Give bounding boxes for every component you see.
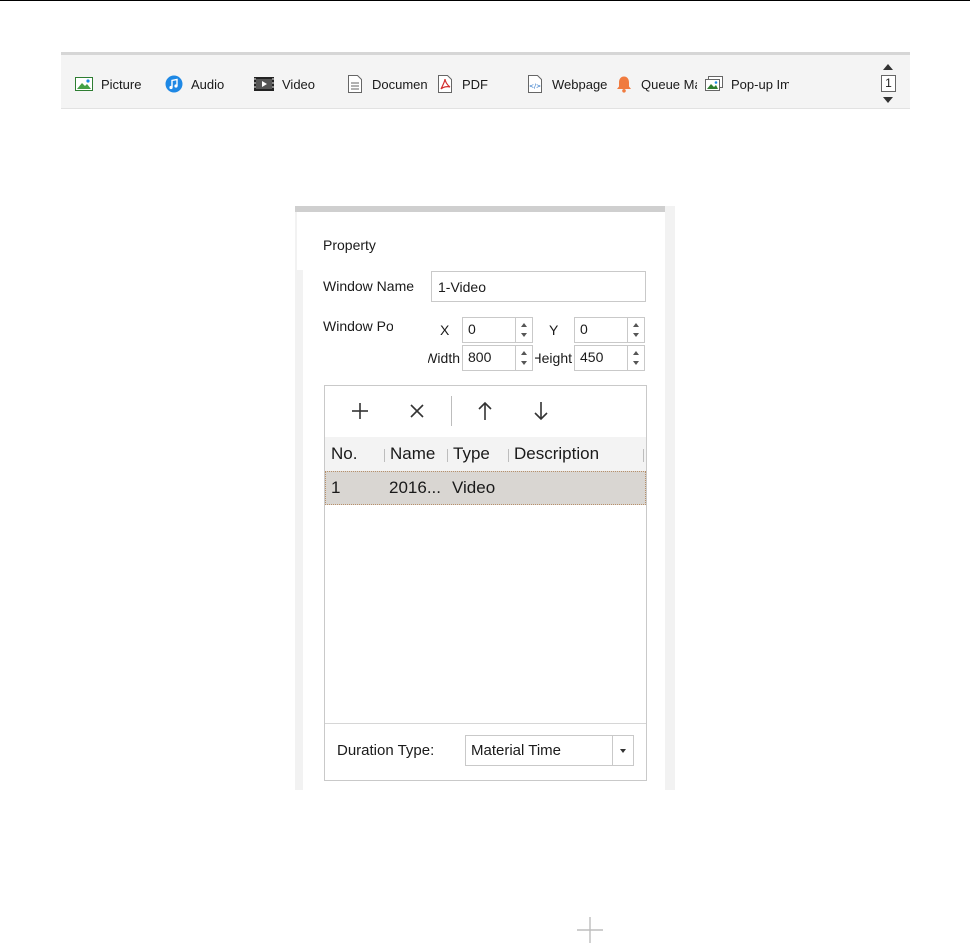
bell-icon bbox=[615, 75, 633, 93]
panel-left-strip bbox=[295, 270, 303, 790]
toolbar-queue-management-button[interactable]: Queue Management bbox=[615, 73, 697, 95]
material-toolbar: Picture Audio Video Document PDF </> Web… bbox=[61, 52, 910, 109]
material-list-toolbar bbox=[325, 386, 646, 437]
panel-scroll-strip[interactable] bbox=[665, 206, 675, 790]
move-down-button[interactable] bbox=[526, 396, 556, 426]
width-stepper-buttons[interactable] bbox=[515, 346, 532, 370]
arrow-down-icon bbox=[534, 402, 548, 421]
document-icon bbox=[346, 75, 364, 93]
column-header-description[interactable]: Description bbox=[514, 444, 599, 464]
property-panel: Property Window Name 1-Video Window Posi… bbox=[295, 206, 675, 790]
material-table-header: No. Name Type Description bbox=[325, 437, 646, 471]
column-header-type[interactable]: Type bbox=[453, 444, 490, 464]
width-stepper[interactable]: 800 bbox=[462, 345, 533, 371]
duration-section: Duration Type: Material Time bbox=[325, 723, 646, 780]
toolbar-document-button[interactable]: Document bbox=[346, 73, 428, 95]
pdf-icon bbox=[436, 75, 454, 93]
row-no: 1 bbox=[331, 478, 341, 497]
window-name-field[interactable]: 1-Video bbox=[431, 271, 646, 302]
material-list: No. Name Type Description 1 2016... Vide… bbox=[324, 385, 647, 781]
x-label: X bbox=[440, 322, 450, 338]
close-icon bbox=[410, 404, 424, 418]
duration-type-select[interactable]: Material Time bbox=[465, 735, 634, 766]
move-up-button[interactable] bbox=[470, 396, 500, 426]
toolbar-pager: 1 bbox=[879, 61, 899, 105]
webpage-icon: </> bbox=[526, 75, 544, 93]
top-divider bbox=[0, 0, 970, 1]
plus-icon bbox=[352, 403, 368, 419]
add-icon[interactable] bbox=[576, 916, 604, 943]
column-separator[interactable] bbox=[643, 449, 644, 462]
height-stepper-buttons[interactable] bbox=[627, 346, 644, 370]
height-label: Height bbox=[535, 350, 572, 366]
row-type: Video bbox=[452, 478, 496, 497]
column-separator[interactable] bbox=[447, 449, 448, 462]
column-header-name[interactable]: Name bbox=[390, 444, 435, 464]
popup-image-icon bbox=[705, 75, 723, 93]
page-number: 1 bbox=[881, 75, 896, 92]
y-stepper-buttons[interactable] bbox=[627, 318, 644, 342]
table-row[interactable]: 1 2016... Video bbox=[325, 471, 646, 505]
toolbar-webpage-button[interactable]: </> Webpage bbox=[526, 73, 610, 95]
arrow-up-icon bbox=[478, 401, 492, 420]
property-heading: Property bbox=[323, 237, 376, 253]
picture-icon bbox=[75, 75, 93, 93]
svg-text:</>: </> bbox=[529, 83, 541, 90]
toolbar-pdf-button[interactable]: PDF bbox=[436, 73, 520, 95]
column-separator[interactable] bbox=[384, 449, 385, 462]
height-stepper[interactable]: 450 bbox=[574, 345, 645, 371]
panel-top-border bbox=[295, 206, 665, 212]
toolbar-video-button[interactable]: Video bbox=[254, 73, 338, 95]
page-down-icon[interactable] bbox=[883, 97, 893, 103]
page-up-icon[interactable] bbox=[883, 64, 893, 70]
duration-type-label: Duration Type: bbox=[337, 742, 435, 759]
chevron-down-icon[interactable] bbox=[612, 736, 633, 765]
column-separator[interactable] bbox=[508, 449, 509, 462]
column-header-no[interactable]: No. bbox=[331, 444, 357, 464]
toolbar-audio-button[interactable]: Audio bbox=[165, 73, 249, 95]
width-label: Width bbox=[428, 350, 460, 366]
window-name-label: Window Name bbox=[323, 278, 415, 294]
toolbar-separator bbox=[451, 396, 452, 426]
y-stepper[interactable]: 0 bbox=[574, 317, 645, 343]
toolbar-picture-button[interactable]: Picture bbox=[75, 73, 159, 95]
add-material-button[interactable] bbox=[345, 396, 375, 426]
audio-icon bbox=[165, 75, 183, 93]
y-label: Y bbox=[549, 322, 559, 338]
panel-left-border bbox=[295, 212, 297, 270]
toolbar-popup-image-button[interactable]: Pop-up Image bbox=[705, 73, 789, 95]
x-stepper[interactable]: 0 bbox=[462, 317, 533, 343]
video-icon bbox=[254, 75, 274, 93]
delete-material-button[interactable] bbox=[402, 396, 432, 426]
x-stepper-buttons[interactable] bbox=[515, 318, 532, 342]
window-position-label: Window Position bbox=[323, 318, 393, 334]
row-name: 2016... bbox=[389, 478, 441, 497]
